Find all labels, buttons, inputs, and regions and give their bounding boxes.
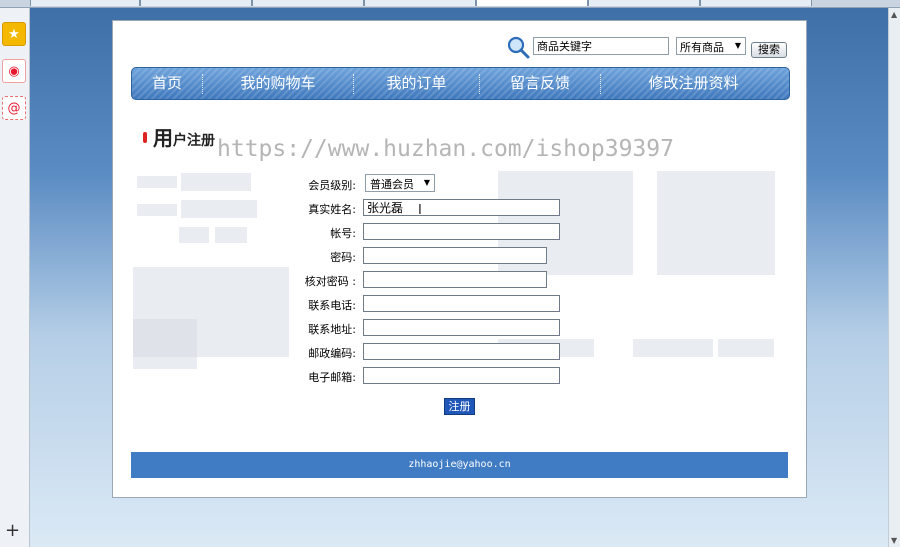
browser-tab[interactable] [140,0,252,6]
search-scope-select[interactable]: 所有商品 ▼ [676,37,746,55]
browser-tab-active[interactable] [476,0,588,6]
magnifier-icon[interactable] [506,35,530,59]
browser-tab[interactable] [252,0,364,6]
ghost-block [181,173,251,191]
nav-home[interactable]: 首页 [132,68,202,99]
ghost-block [633,339,713,357]
search-button[interactable]: 搜索 [751,42,787,58]
ghost-block [137,176,177,188]
page-panel: 所有商品 ▼ 搜索 首页 我的购物车 我的订单 留言反馈 修改注册资料 用户注册… [112,20,807,498]
search-input[interactable] [533,37,669,55]
scroll-up-icon[interactable]: ▲ [891,10,897,19]
nav-cart[interactable]: 我的购物车 [203,68,353,99]
nav-feedback[interactable]: 留言反馈 [480,68,600,99]
member-level-value: 普通会员 [370,178,414,191]
register-button[interactable]: 注册 [444,398,475,415]
add-icon[interactable]: + [5,520,20,541]
postcode-label: 邮政编码: [308,347,356,360]
page-title-first-char: 用 [153,126,173,150]
confirm-password-input[interactable] [363,271,547,288]
page-title: 用户注册 [153,122,215,151]
address-input[interactable] [363,319,560,336]
weibo-icon[interactable]: ◉ [2,59,26,83]
confirm-password-label: 核对密码 : [304,275,356,288]
postcode-input[interactable] [363,343,560,360]
search-scope-value: 所有商品 [680,41,724,54]
browser-tab[interactable] [364,0,476,6]
email-label: 电子邮箱: [308,371,356,384]
ghost-block [657,171,775,275]
page-title-rest: 户注册 [173,133,215,149]
ghost-block [718,339,774,357]
ghost-block [137,204,177,216]
ghost-block [215,227,247,243]
nav-orders[interactable]: 我的订单 [354,68,479,99]
address-label: 联系地址: [308,323,356,336]
star-icon[interactable]: ★ [2,22,26,46]
email-input[interactable] [363,367,560,384]
ghost-block [181,200,257,218]
ghost-block [179,227,209,243]
password-label: 密码: [330,251,356,264]
text-cursor-icon: I [418,203,422,218]
member-level-select[interactable]: 普通会员 ▼ [365,174,435,192]
mail-icon[interactable]: @ [2,96,26,120]
bookmark-sidebar: ★ ◉ @ + [0,8,30,547]
browser-tab[interactable] [588,0,700,6]
browser-tab[interactable] [700,0,812,6]
vertical-scrollbar[interactable]: ▲ ▼ [888,8,900,547]
chevron-down-icon: ▼ [734,41,741,50]
browser-tab-strip [0,0,900,8]
realname-input[interactable] [363,199,560,216]
chevron-down-icon: ▼ [423,178,430,187]
footer-email: zhhaojie@yahoo.cn [408,459,511,470]
account-label: 帐号: [330,227,356,240]
nav-edit-profile[interactable]: 修改注册资料 [601,68,786,99]
title-marker-icon [143,132,147,143]
realname-label: 真实姓名: [308,203,356,216]
browser-tab[interactable] [30,0,140,6]
password-input[interactable] [363,247,547,264]
level-label: 会员级别: [308,179,356,192]
footer: zhhaojie@yahoo.cn [131,452,788,478]
ghost-block [133,319,197,369]
scroll-down-icon[interactable]: ▼ [891,536,897,545]
watermark: https://www.huzhan.com/ishop39397 [217,136,674,162]
phone-input[interactable] [363,295,560,312]
main-nav: 首页 我的购物车 我的订单 留言反馈 修改注册资料 [131,67,790,100]
phone-label: 联系电话: [308,299,356,312]
account-input[interactable] [363,223,560,240]
